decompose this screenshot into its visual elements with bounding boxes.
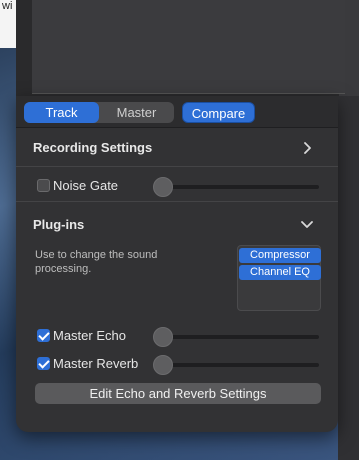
- recording-settings-title: Recording Settings: [33, 140, 153, 155]
- master-reverb-slider-knob[interactable]: [153, 355, 173, 375]
- master-echo-slider-knob[interactable]: [153, 327, 173, 347]
- plugin-slots: Compressor Channel EQ: [237, 245, 321, 311]
- noise-gate-checkbox[interactable]: [37, 179, 50, 192]
- track-master-segmented-control: Track Master: [24, 102, 174, 123]
- chevron-down-icon[interactable]: [301, 218, 313, 230]
- window-right-edge: [338, 96, 359, 460]
- noise-gate-slider-knob[interactable]: [153, 177, 173, 197]
- inspector-toolbar: Track Master Compare: [16, 96, 338, 128]
- tab-track[interactable]: Track: [24, 102, 99, 123]
- tab-master[interactable]: Master: [99, 102, 174, 123]
- plugin-channel-eq[interactable]: Channel EQ: [239, 265, 321, 280]
- plugins-title: Plug-ins: [33, 217, 85, 232]
- noise-gate-row: Noise Gate: [16, 168, 338, 202]
- noise-gate-slider-track[interactable]: [153, 185, 319, 189]
- tracks-area-inner: [32, 0, 345, 94]
- noise-gate-label: Noise Gate: [53, 178, 119, 193]
- plugin-compressor[interactable]: Compressor: [239, 248, 321, 263]
- master-echo-checkbox[interactable]: [37, 329, 50, 342]
- master-echo-slider-track[interactable]: [153, 335, 319, 339]
- compare-button[interactable]: Compare: [182, 102, 255, 123]
- tracks-area: [16, 0, 359, 96]
- track-inspector-panel: Track Master Compare Recording Settings …: [16, 96, 338, 432]
- master-echo-label: Master Echo: [53, 328, 126, 343]
- edit-echo-reverb-button[interactable]: Edit Echo and Reverb Settings: [35, 383, 321, 404]
- background-window-text: wi: [2, 0, 13, 12]
- master-reverb-slider-track[interactable]: [153, 363, 319, 367]
- master-reverb-checkbox[interactable]: [37, 357, 50, 370]
- recording-settings-row[interactable]: Recording Settings: [16, 129, 338, 167]
- background-window-edge: wi: [0, 0, 16, 48]
- chevron-right-icon[interactable]: [301, 142, 313, 154]
- master-reverb-label: Master Reverb: [53, 356, 139, 371]
- plugins-description: Use to change the sound processing.: [35, 249, 158, 275]
